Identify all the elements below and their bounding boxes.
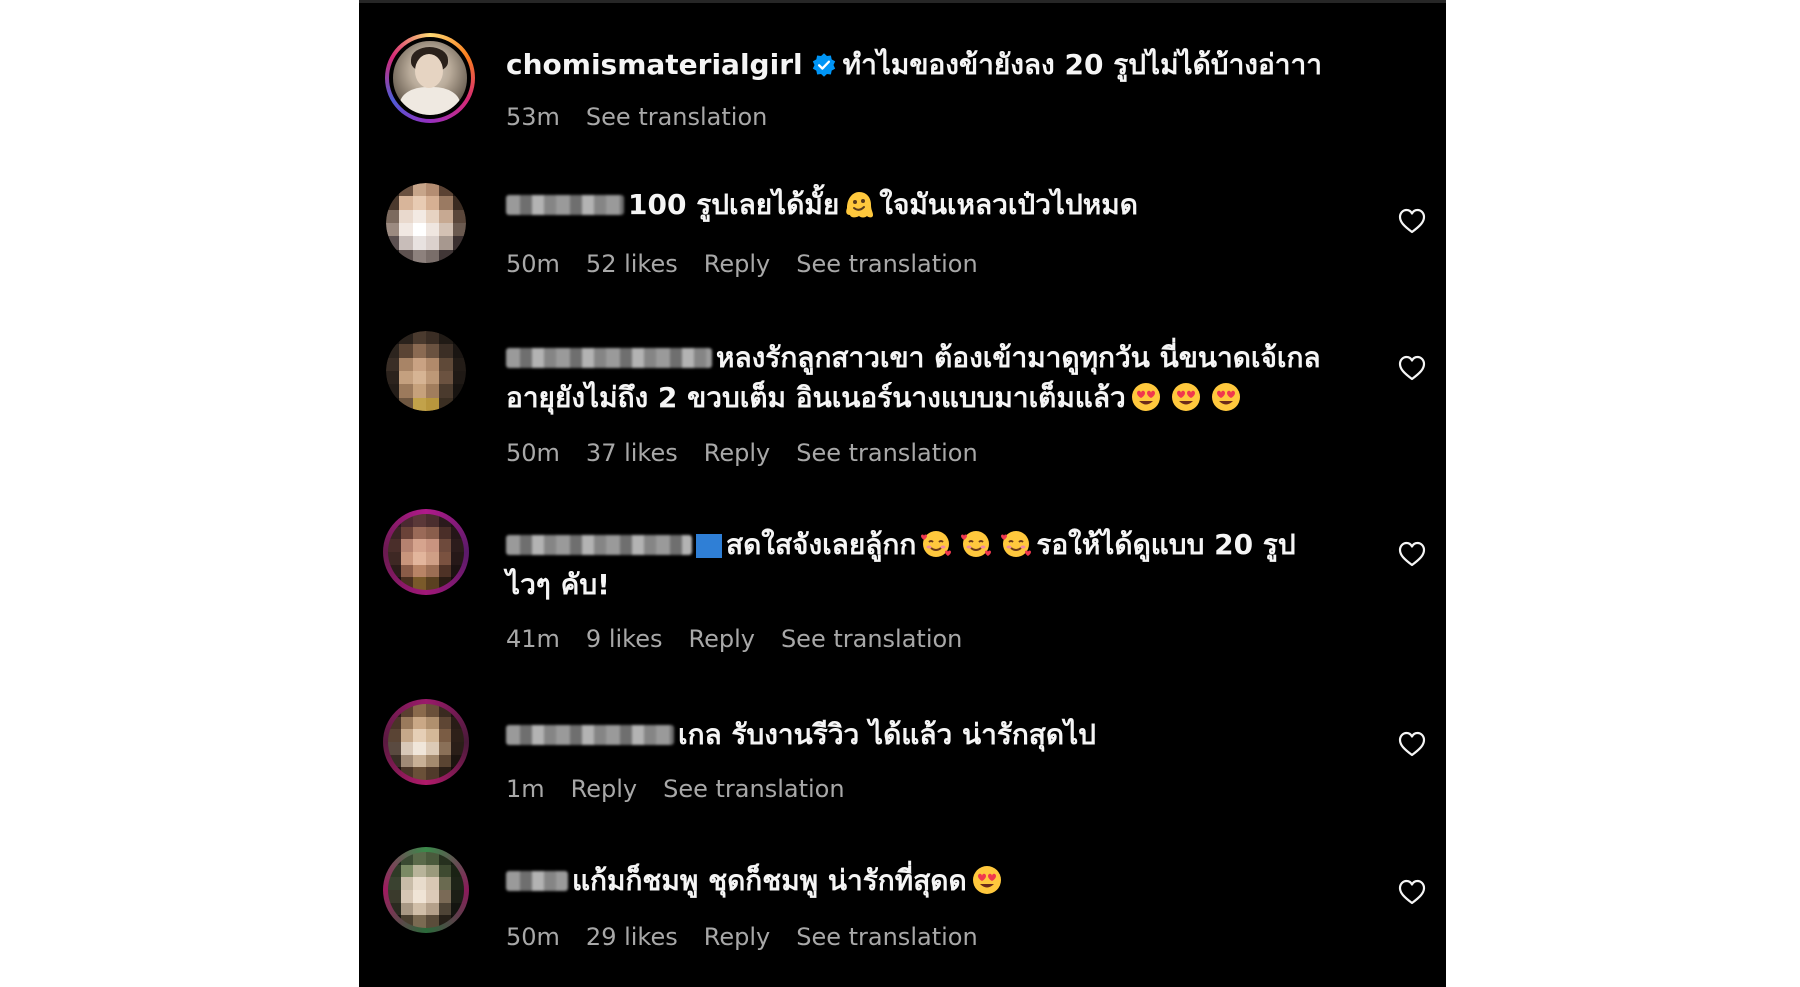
see-translation-button[interactable]: See translation [796, 250, 977, 278]
comment-time: 50m [506, 439, 560, 467]
reply-button[interactable]: Reply [704, 923, 770, 951]
commenter-avatar[interactable] [386, 183, 466, 263]
see-translation-button[interactable]: See translation [781, 625, 962, 653]
melting-face-emoji [846, 192, 874, 218]
comment-text-block: สดใสจังเลยลู้กก รอให้ได้ดูแบบ 20 รูป ไวๆ … [506, 525, 1326, 605]
comment-text-block: แก้มก็ชมพู ชุดก็ชมพู น่ารักที่สุดด [506, 861, 1326, 901]
heart-outline-icon[interactable] [1398, 355, 1426, 381]
see-translation-button[interactable]: See translation [663, 775, 844, 803]
comment-text: เกล รับงานรีวิว ได้แล้ว น่ารักสุดไป [678, 718, 1096, 751]
comment-time: 1m [506, 775, 545, 803]
comment-meta: 1m Reply See translation [506, 773, 871, 805]
blurred-username[interactable] [506, 871, 568, 891]
flag-emoji [696, 534, 722, 558]
comment-text-block: หลงรักลูกสาวเขา ต้องเข้ามาดูทุกวัน นี่ขน… [506, 338, 1326, 418]
heart-eyes-emoji [1211, 383, 1240, 411]
comment-meta: 41m 9 likes Reply See translation [506, 623, 988, 655]
comment-time: 50m [506, 923, 560, 951]
comment-likes[interactable]: 37 likes [586, 439, 678, 467]
comment-meta: 50m 37 likes Reply See translation [506, 437, 1004, 469]
comment-line-2: อายุยังไม่ถึง 2 ขวบเต็ม อินเนอร์นางแบบมา… [506, 378, 1326, 418]
comment-line-1: สดใสจังเลยลู้กก รอให้ได้ดูแบบ 20 รูป [506, 525, 1326, 565]
comment-meta: 50m 52 likes Reply See translation [506, 248, 1004, 280]
comment-meta: 50m 29 likes Reply See translation [506, 921, 1004, 953]
comment-text: แก้มก็ชมพู ชุดก็ชมพู น่ารักที่สุดด [572, 864, 967, 897]
heart-eyes-emoji [972, 866, 1001, 894]
comment-time: 50m [506, 250, 560, 278]
reply-button[interactable]: Reply [688, 625, 754, 653]
see-translation-button[interactable]: See translation [796, 439, 977, 467]
heart-eyes-emoji [1131, 383, 1160, 411]
reply-button[interactable]: Reply [704, 439, 770, 467]
caption-see-translation[interactable]: See translation [586, 103, 767, 131]
comment-time: 41m [506, 625, 560, 653]
verified-badge-icon [812, 53, 835, 77]
commenter-avatar[interactable] [383, 699, 469, 785]
comment-text-block: เกล รับงานรีวิว ได้แล้ว น่ารักสุดไป [506, 715, 1326, 755]
blurred-username[interactable] [506, 348, 712, 368]
smiling-face-with-hearts-emoji [961, 531, 992, 557]
heart-outline-icon[interactable] [1398, 541, 1426, 567]
caption-text-block: chomismaterialgirl ทำไมของข้ายังลง 20 รูป… [506, 45, 1406, 85]
smiling-face-with-hearts-emoji [921, 531, 952, 557]
blurred-username[interactable] [506, 535, 692, 555]
author-username[interactable]: chomismaterialgirl [506, 48, 803, 81]
heart-outline-icon[interactable] [1398, 731, 1426, 757]
heart-outline-icon[interactable] [1398, 879, 1426, 905]
comment-likes[interactable]: 29 likes [586, 923, 678, 951]
reply-button[interactable]: Reply [704, 250, 770, 278]
smiling-face-with-hearts-emoji [1001, 531, 1032, 557]
author-avatar[interactable] [385, 33, 475, 123]
comment-likes[interactable]: 52 likes [586, 250, 678, 278]
see-translation-button[interactable]: See translation [796, 923, 977, 951]
comment-line-2: ไวๆ คับ! [506, 568, 610, 601]
blurred-username[interactable] [506, 725, 674, 745]
heart-eyes-emoji [1171, 383, 1200, 411]
caption-time: 53m [506, 103, 560, 131]
caption-text: ทำไมของข้ายังลง 20 รูปไม่ได้บ้างอ่าาา [842, 48, 1322, 81]
comments-panel: chomismaterialgirl ทำไมของข้ายังลง 20 รูป… [359, 0, 1446, 987]
reply-button[interactable]: Reply [571, 775, 637, 803]
comment-text-after-emoji: ใจมันเหลวเป๋วไปหมด [879, 188, 1138, 221]
comment-text-block: 100 รูปเลยได้มั้ย ใจมันเหลวเป๋วไปหมด [506, 185, 1326, 225]
comment-likes[interactable]: 9 likes [586, 625, 663, 653]
commenter-avatar[interactable] [386, 331, 466, 411]
comment-text: 100 รูปเลยได้มั้ย [628, 188, 840, 221]
commenter-avatar[interactable] [383, 509, 469, 595]
caption-meta: 53m See translation [506, 101, 793, 133]
blurred-username[interactable] [506, 195, 624, 215]
comment-line-1: หลงรักลูกสาวเขา ต้องเข้ามาดูทุกวัน นี่ขน… [506, 338, 1326, 378]
commenter-avatar[interactable] [383, 847, 469, 933]
heart-outline-icon[interactable] [1398, 208, 1426, 234]
